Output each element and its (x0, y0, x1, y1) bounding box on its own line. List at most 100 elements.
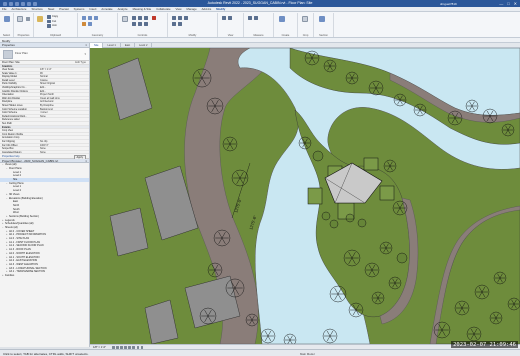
trim-icon[interactable] (184, 16, 188, 20)
browser-item[interactable]: + Families (0, 274, 89, 278)
instance-selector[interactable]: Floor Plan: Site Edit Type (0, 61, 89, 65)
chevron-down-icon[interactable]: ▾ (84, 52, 86, 56)
ribbon-tab-massing-site[interactable]: Massing & Site (133, 7, 152, 11)
properties-icon[interactable] (17, 16, 23, 22)
print-icon[interactable] (33, 1, 37, 6)
drawing-canvas[interactable]: 1275'-5" 1275'-6" (90, 48, 520, 344)
active-model[interactable]: Main Model (300, 352, 314, 356)
delete-icon[interactable] (152, 16, 156, 20)
align-icon[interactable] (172, 16, 176, 20)
minimize-button[interactable]: — (499, 1, 503, 6)
copy-element-icon[interactable] (138, 16, 142, 20)
property-name: Graphic Display Options (2, 89, 28, 93)
copy-icon[interactable] (47, 15, 51, 19)
undo-icon[interactable] (21, 1, 25, 6)
property-value[interactable]: By Discipline (40, 104, 88, 107)
mirror-icon[interactable] (132, 22, 136, 26)
modify-select-icon[interactable] (4, 16, 10, 22)
open-icon[interactable] (9, 1, 13, 6)
ribbon-tab-architecture[interactable]: Architecture (12, 7, 27, 11)
ribbon-tab-analyze[interactable]: Analyze (118, 7, 128, 11)
join-geometry-icon[interactable] (94, 16, 98, 20)
ribbon-tab-file[interactable]: File (2, 7, 7, 11)
ribbon-tab-insert[interactable]: Insert (89, 7, 96, 11)
ribbon-tab-structure[interactable]: Structure (31, 7, 42, 11)
property-value[interactable] (40, 133, 88, 136)
ribbon-group-controls: Controls (118, 13, 168, 37)
property-value[interactable]: Show Original (40, 82, 88, 85)
tree-symbol[interactable] (357, 218, 367, 228)
section-icon[interactable] (319, 16, 325, 22)
browser-item-label: North (13, 203, 20, 207)
revit-window: Autodesk Revit 2022 - 2023_SUGGAN_CABIN.… (0, 0, 520, 356)
paint-icon[interactable] (88, 22, 92, 26)
ribbon-tab-precast[interactable]: Precast (59, 7, 68, 11)
property-value[interactable]: None (40, 147, 88, 150)
join-icon[interactable] (47, 24, 51, 28)
ribbon-tab-steel[interactable]: Steel (48, 7, 54, 11)
create-group-icon[interactable] (279, 16, 285, 22)
property-value[interactable] (40, 118, 88, 121)
property-value[interactable] (40, 129, 88, 132)
move-icon[interactable] (132, 16, 136, 20)
property-value[interactable]: 96 (40, 72, 88, 75)
close-button[interactable]: ✕ (514, 1, 517, 6)
array-icon[interactable] (138, 22, 142, 26)
edit-type-button[interactable]: Edit Type (75, 61, 86, 65)
property-value[interactable]: 1000' 0" (40, 144, 88, 147)
override-graphics-icon[interactable] (228, 16, 232, 20)
crop-icon[interactable] (302, 16, 308, 22)
tree-symbol[interactable] (396, 252, 408, 264)
ribbon-tab-manage[interactable]: Manage (187, 7, 197, 11)
property-value[interactable]: Architectural (40, 100, 88, 103)
paste-icon[interactable] (37, 16, 43, 22)
maximize-button[interactable]: □ (507, 1, 509, 6)
ribbon-tab-view[interactable]: View (176, 7, 182, 11)
property-value[interactable]: Normal (40, 75, 88, 78)
browser-item-label: Sheets (all) (5, 226, 18, 230)
pin-icon[interactable] (178, 22, 182, 26)
property-value[interactable]: None (40, 151, 88, 154)
property-value[interactable] (40, 122, 88, 125)
property-value[interactable]: None (40, 115, 88, 118)
scale-icon[interactable] (144, 22, 148, 26)
type-selector[interactable]: Floor Plan ▾ (0, 47, 89, 61)
tree-symbol[interactable] (329, 219, 339, 229)
ribbon-tab-modify[interactable]: Modify (216, 7, 225, 11)
tree-symbol[interactable] (312, 150, 324, 162)
activate-controls-icon[interactable] (122, 16, 128, 22)
property-value[interactable]: Coarse (40, 79, 88, 82)
type-properties-icon[interactable] (26, 17, 30, 21)
user-name[interactable]: drnguel7819 (440, 2, 457, 6)
property-value[interactable]: <none> (40, 111, 88, 114)
property-value[interactable]: Background (40, 108, 88, 111)
property-value[interactable]: Edit... (40, 90, 88, 93)
property-value[interactable]: 1/8" = 1'-0" (40, 68, 88, 71)
property-name: Show Hidden Lines (2, 104, 23, 107)
ribbon-tab-systems[interactable]: Systems (74, 7, 85, 11)
property-value[interactable]: Project North (40, 93, 88, 96)
redo-icon[interactable] (27, 1, 31, 6)
ribbon-tab-add-ins[interactable]: Add-Ins (202, 7, 212, 11)
hide-view-icon[interactable] (222, 16, 226, 20)
cope-icon[interactable] (82, 16, 86, 20)
app-menu-icon[interactable] (3, 1, 7, 6)
property-value[interactable]: No clip (40, 140, 88, 143)
tree-symbol[interactable] (321, 211, 331, 221)
property-value[interactable]: Clean all wall joins (40, 97, 88, 100)
property-value[interactable] (40, 136, 88, 139)
save-icon[interactable] (15, 1, 19, 6)
measure-icon[interactable] (248, 16, 252, 20)
cut-geometry-icon[interactable] (88, 16, 92, 20)
dimension-icon[interactable] (254, 16, 258, 20)
split-icon[interactable] (172, 22, 176, 26)
property-value[interactable]: Edit... (40, 86, 88, 89)
rotate-icon[interactable] (144, 16, 148, 20)
offset-icon[interactable] (178, 16, 182, 20)
ribbon-tab-annotate[interactable]: Annotate (101, 7, 112, 11)
ribbon-tab-collaborate[interactable]: Collaborate (156, 7, 170, 11)
property-name: Far Clip Offset (2, 143, 18, 147)
split-face-icon[interactable] (82, 22, 86, 26)
tree-symbol[interactable] (345, 213, 355, 223)
cut-icon[interactable] (47, 19, 51, 23)
